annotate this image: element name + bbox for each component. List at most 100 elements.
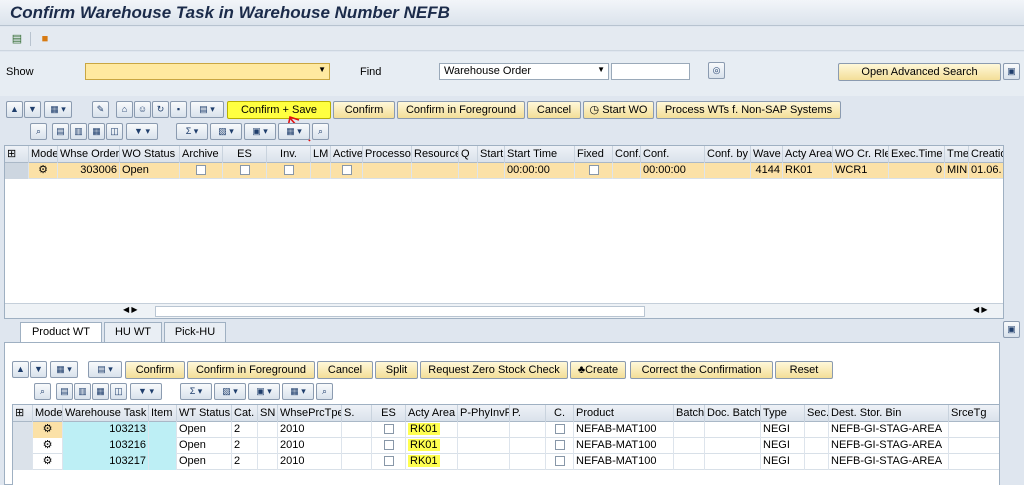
tab-product-wt[interactable]: Product WT [20, 322, 102, 342]
filter-find-icon[interactable]: ▦ [88, 123, 105, 140]
zero-stock-check-button[interactable]: Request Zero Stock Check [420, 361, 568, 379]
es-checkbox[interactable] [372, 438, 406, 454]
document-icon[interactable]: ▤ [10, 32, 24, 46]
col-header[interactable]: Dest. Stor. Bin [829, 405, 949, 422]
col-header[interactable]: Acty Area [406, 405, 458, 422]
export-icon[interactable]: ▣ ▾ [248, 383, 280, 400]
settings-icon[interactable]: ■ [38, 32, 52, 46]
col-header[interactable]: Archive [180, 146, 223, 163]
mode-icon[interactable]: ⚙ [33, 438, 63, 454]
archive-checkbox[interactable] [180, 163, 223, 179]
find-icon[interactable]: ⌕ [30, 123, 47, 140]
sum-icon[interactable]: Σ ▾ [176, 123, 208, 140]
confirm-button[interactable]: Confirm [333, 101, 395, 119]
row-selector[interactable] [13, 422, 33, 438]
confirm-foreground-button[interactable]: Confirm in Foreground [187, 361, 315, 379]
reset-button[interactable]: Reset [775, 361, 833, 379]
col-header[interactable]: Batch [674, 405, 705, 422]
select-all-icon[interactable]: ⊞ [5, 146, 29, 163]
col-header[interactable]: Start Time [505, 146, 575, 163]
col-header[interactable]: Item [149, 405, 177, 422]
col-header[interactable]: Conf. by [705, 146, 751, 163]
col-header[interactable]: Doc. Batch [705, 405, 761, 422]
c-checkbox[interactable] [546, 438, 574, 454]
col-header[interactable]: Q [459, 146, 478, 163]
col-header[interactable]: Resource [412, 146, 459, 163]
col-header[interactable]: WO Cr. Rle [833, 146, 889, 163]
cancel-button[interactable]: Cancel [317, 361, 373, 379]
info-icon[interactable]: ⌕ [312, 123, 329, 140]
find-dropdown[interactable]: Warehouse Order ▼ [439, 63, 609, 80]
col-header[interactable]: LM [311, 146, 331, 163]
col-header[interactable]: Tme [945, 146, 969, 163]
es-checkbox[interactable] [223, 163, 267, 179]
col-header[interactable]: C. [546, 405, 574, 422]
col-header[interactable]: WhsePrcTpe [278, 405, 342, 422]
col-header[interactable]: Whse Order [58, 146, 120, 163]
sort-desc-icon[interactable]: ▥ [70, 123, 87, 140]
col-header[interactable]: Active [331, 146, 363, 163]
scroll-thumb[interactable] [155, 306, 645, 317]
col-header[interactable]: Creatio [969, 146, 1003, 163]
table-row[interactable]: ⚙ 103217 Open 2 2010 RK01 NEFAB-MAT100 N… [13, 454, 999, 470]
row-selector[interactable] [5, 163, 29, 179]
col-header[interactable]: Acty Area [783, 146, 833, 163]
binoculars-icon[interactable]: ◫ [110, 383, 127, 400]
details-icon[interactable]: ▦ ▾ [50, 361, 78, 378]
lock-icon[interactable]: ⌂ [116, 101, 133, 118]
export-icon[interactable]: ▣ ▾ [244, 123, 276, 140]
c-checkbox[interactable] [546, 454, 574, 470]
col-header[interactable]: WT Status [177, 405, 232, 422]
cancel-button[interactable]: Cancel [527, 101, 581, 119]
col-header[interactable]: Warehouse Task [63, 405, 149, 422]
scroll-up-icon[interactable]: ▲ [6, 101, 23, 118]
print-icon[interactable]: ▤ ▾ [88, 361, 122, 378]
sort-asc-icon[interactable]: ▤ [52, 123, 69, 140]
execute-search-icon[interactable]: ◎ [708, 62, 725, 79]
filter-find-icon[interactable]: ▦ [92, 383, 109, 400]
active-checkbox[interactable] [331, 163, 363, 179]
open-advanced-search-button[interactable]: Open Advanced Search [838, 63, 1001, 81]
edit-icon[interactable]: ✎ [92, 101, 109, 118]
process-wts-button[interactable]: Process WTs f. Non-SAP Systems [656, 101, 841, 119]
refresh-icon[interactable]: ↻ [152, 101, 169, 118]
c-checkbox[interactable] [546, 422, 574, 438]
layout-select-icon[interactable]: ▦ ▾ [282, 383, 314, 400]
inv-checkbox[interactable] [267, 163, 311, 179]
table-row[interactable]: ⚙ 103216 Open 2 2010 RK01 NEFAB-MAT100 N… [13, 438, 999, 454]
layout-icon[interactable]: ▣ [1003, 321, 1020, 338]
scroll-up-icon[interactable]: ▲ [12, 361, 29, 378]
filter-icon[interactable]: ▼ ▾ [130, 383, 162, 400]
col-header[interactable]: Exec.Time [889, 146, 945, 163]
split-button[interactable]: Split [375, 361, 418, 379]
row-selector[interactable] [13, 454, 33, 470]
col-header[interactable]: WO Status [120, 146, 180, 163]
details-icon[interactable]: ▦ ▾ [44, 101, 72, 118]
mode-icon[interactable]: ⚙ [33, 422, 63, 438]
sum-icon[interactable]: Σ ▾ [180, 383, 212, 400]
col-header[interactable]: Start [478, 146, 505, 163]
layout-select-icon[interactable]: ▦ ▾ [278, 123, 310, 140]
col-header[interactable]: Inv. [267, 146, 311, 163]
col-header[interactable]: Fixed [575, 146, 613, 163]
save-icon[interactable]: ▪ [170, 101, 187, 118]
start-wo-button[interactable]: ◷ Start WO [583, 101, 654, 119]
user-icon[interactable]: ☺ [134, 101, 151, 118]
col-header[interactable]: Conf. [613, 146, 641, 163]
col-header[interactable]: Wave [751, 146, 783, 163]
col-header[interactable]: Mode [33, 405, 63, 422]
show-dropdown[interactable]: ▼ [85, 63, 330, 80]
print-icon[interactable]: ▤ ▾ [190, 101, 224, 118]
tab-pick-hu[interactable]: Pick-HU [164, 322, 226, 342]
filter-icon[interactable]: ▼ ▾ [126, 123, 158, 140]
info-icon[interactable]: ⌕ [316, 383, 333, 400]
binoculars-icon[interactable]: ◫ [106, 123, 123, 140]
col-header[interactable]: Conf. [641, 146, 705, 163]
mode-icon[interactable]: ⚙ [33, 454, 63, 470]
col-header[interactable]: P. [510, 405, 546, 422]
col-header[interactable]: Mode [29, 146, 58, 163]
sort-asc-icon[interactable]: ▤ [56, 383, 73, 400]
horizontal-scrollbar[interactable]: ◀ ▶ ◀ ▶ [5, 303, 1003, 318]
select-all-icon[interactable]: ⊞ [13, 405, 33, 422]
col-header[interactable]: Processor [363, 146, 412, 163]
